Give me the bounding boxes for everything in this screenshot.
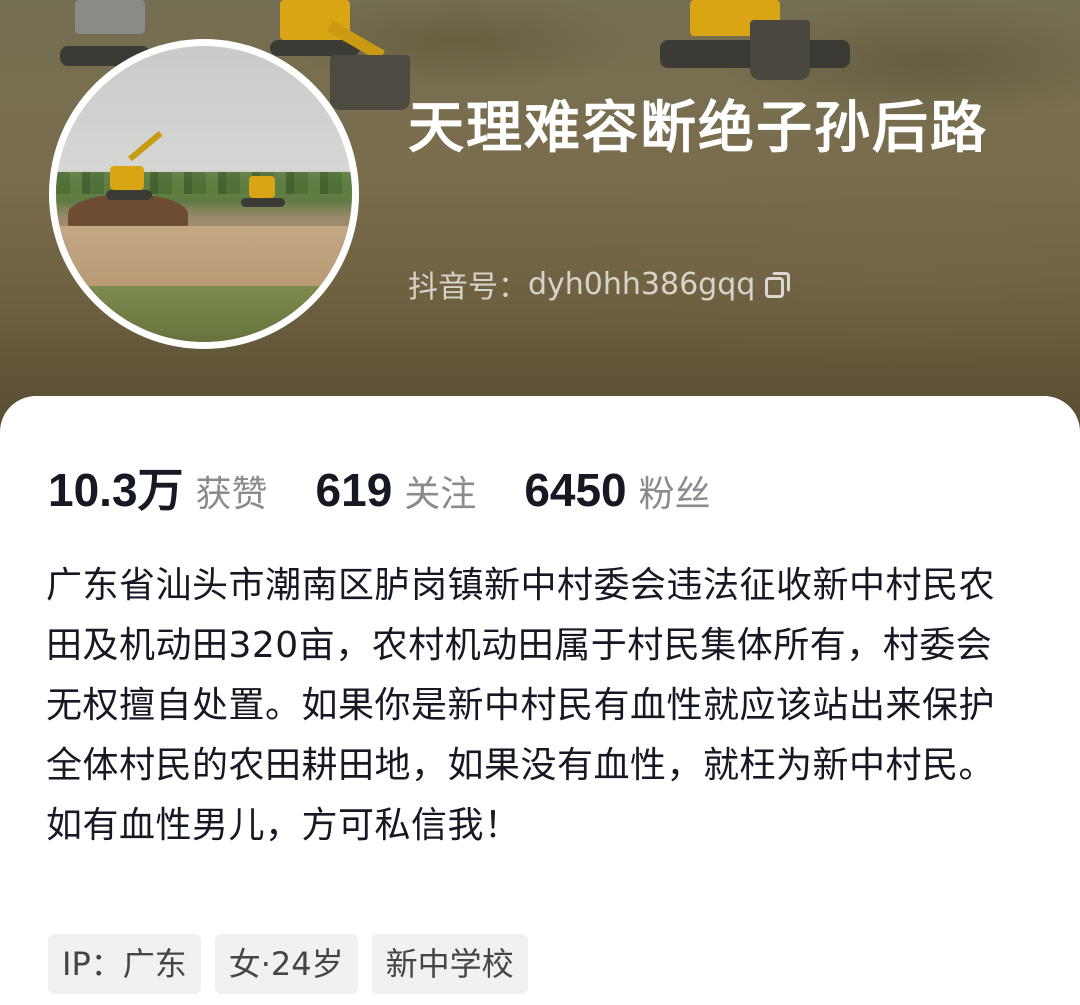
profile-tags: IP：广东 女·24岁 新中学校 xyxy=(48,934,528,994)
copy-icon[interactable] xyxy=(765,272,791,298)
stat-likes[interactable]: 10.3万 获赞 xyxy=(48,454,268,520)
stat-following-label: 关注 xyxy=(404,474,477,515)
avatar-image xyxy=(56,46,352,342)
stat-followers-label: 粉丝 xyxy=(638,474,711,515)
stat-likes-value: 10.3万 xyxy=(48,464,184,516)
profile-cover: 天理难容断绝子孙后路 抖音号： dyh0hh386gqq xyxy=(0,0,1080,460)
avatar[interactable] xyxy=(49,39,359,349)
profile-name: 天理难容断绝子孙后路 xyxy=(408,96,988,161)
tag-ip-location: IP：广东 xyxy=(48,934,201,994)
douyin-id-row: 抖音号： dyh0hh386gqq xyxy=(408,262,791,306)
excavator-image xyxy=(660,0,850,90)
stats-row: 10.3万 获赞 619 关注 6450 粉丝 xyxy=(48,454,759,520)
stat-following[interactable]: 619 关注 xyxy=(316,463,477,517)
tag-gender-age: 女·24岁 xyxy=(214,934,358,994)
douyin-id-label: 抖音号： xyxy=(408,270,528,305)
profile-info-card: 10.3万 获赞 619 关注 6450 粉丝 广东省汕头市潮南区胪岗镇新中村委… xyxy=(0,396,1080,1005)
stat-following-value: 619 xyxy=(315,464,393,516)
stat-likes-label: 获赞 xyxy=(195,474,268,515)
profile-bio: 广东省汕头市潮南区胪岗镇新中村委会违法征收新中村民农田及机动田320亩，农村机动… xyxy=(46,565,996,846)
douyin-id-value: dyh0hh386gqq xyxy=(528,266,756,302)
stat-followers-value: 6450 xyxy=(524,464,627,516)
stat-followers[interactable]: 6450 粉丝 xyxy=(524,463,710,517)
tag-school[interactable]: 新中学校 xyxy=(371,934,528,994)
